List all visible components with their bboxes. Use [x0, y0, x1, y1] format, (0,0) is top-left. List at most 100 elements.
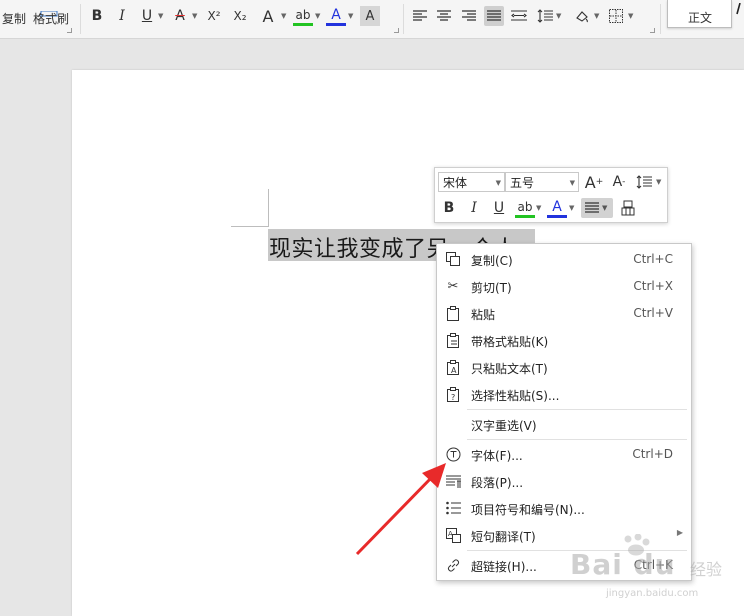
ribbon-separator — [403, 4, 404, 34]
line-spacing-icon[interactable] — [634, 172, 654, 192]
chevron-down-icon[interactable]: ▼ — [628, 12, 633, 20]
ribbon-separator — [80, 4, 81, 34]
paragraph-group-launcher[interactable] — [650, 28, 655, 33]
paste-icon — [445, 305, 461, 321]
align-center-icon[interactable] — [434, 6, 454, 26]
menu-item-label: 带格式粘贴(K) — [471, 335, 549, 349]
text-effect-button[interactable]: A — [258, 6, 278, 26]
decrease-font-icon[interactable]: A- — [609, 172, 629, 192]
font-color-button[interactable]: A — [326, 6, 346, 26]
border-icon[interactable] — [606, 6, 626, 26]
font-size-select[interactable]: 五号 ▼ — [505, 172, 579, 192]
menu-item-paste-with-format[interactable]: 带格式粘贴(K) — [437, 327, 691, 354]
font-group-launcher[interactable] — [394, 28, 399, 33]
italic-button[interactable]: I — [464, 198, 484, 218]
menu-item-label: 超链接(H)... — [471, 560, 537, 574]
superscript-button[interactable]: X² — [204, 6, 224, 26]
chevron-down-icon[interactable]: ▼ — [556, 12, 561, 20]
paste-format-icon — [445, 332, 461, 348]
line-spacing-icon[interactable] — [535, 6, 555, 26]
menu-item-label: 段落(P)... — [471, 476, 524, 490]
underline-button[interactable]: U — [137, 6, 157, 26]
ribbon-toolbar: 复制 格式刷 B I U ▼ A ▼ X² X₂ A ▼ ab ▼ A ▼ A … — [0, 0, 744, 39]
align-dropdown-button[interactable]: ▼ — [581, 198, 613, 218]
watermark-brand: Bai du — [570, 548, 676, 581]
menu-item-copy[interactable]: 复制(C) Ctrl+C — [437, 246, 691, 273]
align-left-icon[interactable] — [410, 6, 430, 26]
distributed-align-icon[interactable] — [509, 6, 529, 26]
scissors-icon: ✂ — [447, 278, 459, 294]
menu-item-shortcut: Ctrl+C — [633, 252, 673, 266]
menu-item-label: 汉字重选(V) — [471, 419, 537, 433]
underline-button[interactable]: U — [489, 198, 509, 218]
menu-item-label: 短句翻译(T) — [471, 530, 536, 544]
menu-item-label: 粘贴 — [471, 308, 496, 322]
chevron-down-icon: ▼ — [495, 179, 501, 187]
font-color-button[interactable]: A — [547, 198, 567, 218]
justify-icon[interactable] — [484, 6, 504, 26]
menu-item-paragraph[interactable]: 段落(P)... — [437, 468, 691, 495]
chevron-down-icon[interactable]: ▼ — [158, 12, 163, 20]
chevron-down-icon[interactable]: ▼ — [594, 12, 599, 20]
svg-text:?: ? — [451, 393, 455, 402]
highlight-button[interactable]: ab — [293, 6, 313, 26]
svg-text:A: A — [451, 366, 457, 375]
subscript-button[interactable]: X₂ — [230, 6, 250, 26]
menu-item-cut[interactable]: ✂ 剪切(T) Ctrl+X — [437, 273, 691, 300]
chevron-down-icon[interactable]: ▼ — [348, 12, 353, 20]
chevron-down-icon[interactable]: ▼ — [656, 178, 661, 186]
copy-button[interactable]: 复制 — [2, 10, 26, 27]
menu-item-label: 只粘贴文本(T) — [471, 362, 548, 376]
chevron-down-icon[interactable]: ▼ — [281, 12, 286, 20]
menu-item-label: 项目符号和编号(N)... — [471, 503, 585, 517]
style-normal-label: 正文 — [688, 11, 713, 25]
menu-item-paste[interactable]: 粘贴 Ctrl+V — [437, 300, 691, 327]
menu-item-shortcut: Ctrl+V — [633, 306, 673, 320]
highlight-button[interactable]: ab — [515, 198, 535, 218]
align-right-icon[interactable] — [459, 6, 479, 26]
bold-button[interactable]: B — [87, 6, 107, 26]
format-painter-button[interactable]: 格式刷 — [33, 10, 69, 27]
char-shading-button[interactable]: A — [360, 6, 380, 26]
font-name-value: 宋体 — [443, 176, 468, 190]
copy-icon — [445, 251, 461, 267]
font-size-value: 五号 — [510, 176, 535, 190]
red-arrow-annotation — [350, 455, 450, 560]
margin-mark — [268, 189, 269, 227]
menu-item-bullets-numbering[interactable]: 项目符号和编号(N)... — [437, 495, 691, 522]
style-gallery-scroll[interactable] — [734, 0, 742, 15]
italic-button[interactable]: I — [112, 6, 132, 26]
font-name-select[interactable]: 宋体 ▼ — [438, 172, 505, 192]
chevron-down-icon[interactable]: ▼ — [536, 204, 541, 212]
menu-separator — [467, 439, 687, 440]
bold-button[interactable]: B — [439, 198, 459, 218]
menu-item-label: 选择性粘贴(S)... — [471, 389, 560, 403]
context-menu: 复制(C) Ctrl+C ✂ 剪切(T) Ctrl+X 粘贴 Ctrl+V 带格… — [436, 243, 692, 581]
paste-text-icon: A — [445, 359, 461, 375]
menu-item-font[interactable]: 字体(F)... Ctrl+D — [437, 441, 691, 468]
menu-item-paste-special[interactable]: ? 选择性粘贴(S)... — [437, 381, 691, 408]
menu-separator — [467, 409, 687, 410]
menu-item-label: 字体(F)... — [471, 449, 523, 463]
menu-item-reselect-hanzi[interactable]: 汉字重选(V) — [437, 411, 691, 438]
strikethrough-button[interactable]: A — [170, 6, 190, 26]
paragraph-shading-icon[interactable] — [572, 6, 592, 26]
clipboard-group-launcher[interactable] — [67, 28, 72, 33]
watermark-sub: 经验 — [690, 560, 723, 579]
menu-item-paste-text-only[interactable]: A 只粘贴文本(T) — [437, 354, 691, 381]
chevron-down-icon[interactable]: ▼ — [569, 204, 574, 212]
style-normal-button[interactable]: 正文 — [667, 0, 732, 28]
watermark-url: jingyan.baidu.com — [606, 588, 699, 599]
baidu-jingyan-watermark: Bai du 经验 jingyan.baidu.com — [566, 534, 738, 612]
menu-item-shortcut: Ctrl+X — [633, 279, 673, 293]
menu-item-shortcut: Ctrl+D — [632, 447, 673, 461]
menu-item-label: 剪切(T) — [471, 281, 512, 295]
justify-icon — [585, 202, 599, 213]
format-painter-icon — [38, 2, 60, 17]
format-painter-icon[interactable] — [618, 198, 638, 218]
chevron-down-icon[interactable]: ▼ — [192, 12, 197, 20]
margin-mark — [231, 226, 269, 227]
chevron-down-icon: ▼ — [569, 179, 575, 187]
increase-font-icon[interactable]: A + — [584, 172, 604, 192]
chevron-down-icon[interactable]: ▼ — [315, 12, 320, 20]
